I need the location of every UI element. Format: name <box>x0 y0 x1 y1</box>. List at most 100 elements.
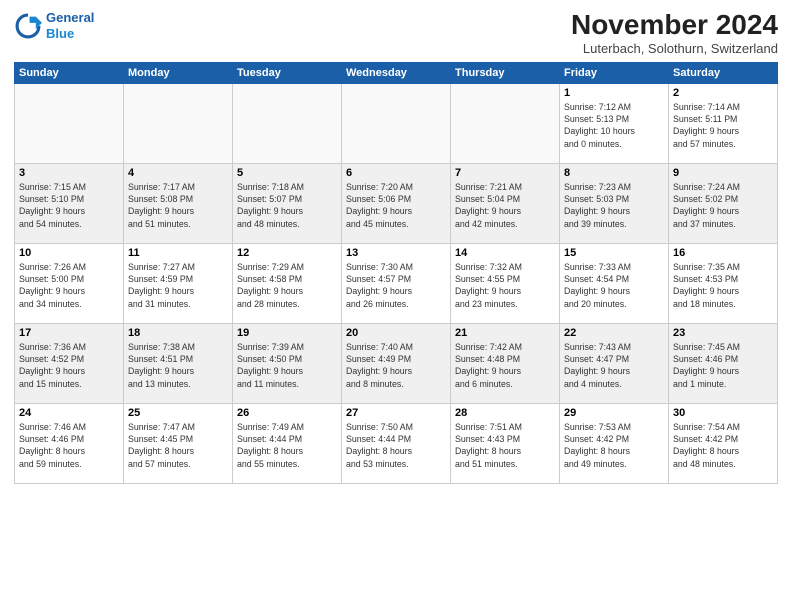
day-number: 26 <box>237 407 337 419</box>
calendar-day: 10Sunrise: 7:26 AM Sunset: 5:00 PM Dayli… <box>15 243 124 323</box>
col-monday: Monday <box>124 62 233 83</box>
day-detail: Sunrise: 7:23 AM Sunset: 5:03 PM Dayligh… <box>564 181 664 230</box>
calendar-day: 4 Sunrise: 7:17 AM Sunset: 5:08 PM Daylig… <box>124 163 233 243</box>
calendar-day: 12 Sunrise: 7:29 AM Sunset: 4:58 PM Dayli… <box>233 243 342 323</box>
calendar-header-row: Sunday Monday Tuesday Wednesday Thursday… <box>15 62 778 83</box>
day-number: 18 <box>128 327 228 339</box>
week-row-2: 3 Sunrise: 7:15 AM Sunset: 5:10 PM Daylig… <box>15 163 778 243</box>
day-detail: Sunrise: 7:24 AM Sunset: 5:02 PM Dayligh… <box>673 181 773 230</box>
calendar-day: 23 Sunrise: 7:45 AM Sunset: 4:46 PM Dayli… <box>669 323 778 403</box>
day-detail: Sunrise: 7:46 AM Sunset: 4:46 PM Dayligh… <box>19 421 119 470</box>
day-number: 14 <box>455 247 555 259</box>
day-number: 16 <box>673 247 773 259</box>
calendar-day: 18 Sunrise: 7:38 AM Sunset: 4:51 PM Dayli… <box>124 323 233 403</box>
day-detail: Sunrise: 7:20 AM Sunset: 5:06 PM Dayligh… <box>346 181 446 230</box>
col-tuesday: Tuesday <box>233 62 342 83</box>
calendar-day <box>233 83 342 163</box>
calendar-day: 1 Sunrise: 7:12 AM Sunset: 5:13 PM Daylig… <box>560 83 669 163</box>
week-row-1: 1 Sunrise: 7:12 AM Sunset: 5:13 PM Daylig… <box>15 83 778 163</box>
calendar-day: 13Sunrise: 7:30 AM Sunset: 4:57 PM Dayli… <box>342 243 451 323</box>
day-detail: Sunrise: 7:30 AM Sunset: 4:57 PM Dayligh… <box>346 261 446 310</box>
main-title: November 2024 <box>571 10 778 41</box>
subtitle: Luterbach, Solothurn, Switzerland <box>571 41 778 56</box>
calendar-day: 27Sunrise: 7:50 AM Sunset: 4:44 PM Dayli… <box>342 403 451 483</box>
calendar-day: 15 Sunrise: 7:33 AM Sunset: 4:54 PM Dayli… <box>560 243 669 323</box>
calendar-day: 17 Sunrise: 7:36 AM Sunset: 4:52 PM Dayli… <box>15 323 124 403</box>
day-detail: Sunrise: 7:18 AM Sunset: 5:07 PM Dayligh… <box>237 181 337 230</box>
day-detail: Sunrise: 7:51 AM Sunset: 4:43 PM Dayligh… <box>455 421 555 470</box>
day-detail: Sunrise: 7:54 AM Sunset: 4:42 PM Dayligh… <box>673 421 773 470</box>
day-number: 19 <box>237 327 337 339</box>
day-number: 11 <box>128 247 228 259</box>
col-wednesday: Wednesday <box>342 62 451 83</box>
calendar-day: 24 Sunrise: 7:46 AM Sunset: 4:46 PM Dayli… <box>15 403 124 483</box>
calendar-day: 14 Sunrise: 7:32 AM Sunset: 4:55 PM Dayli… <box>451 243 560 323</box>
day-detail: Sunrise: 7:47 AM Sunset: 4:45 PM Dayligh… <box>128 421 228 470</box>
day-detail: Sunrise: 7:29 AM Sunset: 4:58 PM Dayligh… <box>237 261 337 310</box>
day-detail: Sunrise: 7:43 AM Sunset: 4:47 PM Dayligh… <box>564 341 664 390</box>
col-saturday: Saturday <box>669 62 778 83</box>
day-number: 2 <box>673 87 773 99</box>
day-detail: Sunrise: 7:42 AM Sunset: 4:48 PM Dayligh… <box>455 341 555 390</box>
calendar-day: 9 Sunrise: 7:24 AM Sunset: 5:02 PM Daylig… <box>669 163 778 243</box>
calendar-day: 29 Sunrise: 7:53 AM Sunset: 4:42 PM Dayli… <box>560 403 669 483</box>
day-detail: Sunrise: 7:14 AM Sunset: 5:11 PM Dayligh… <box>673 101 773 150</box>
calendar-day: 16 Sunrise: 7:35 AM Sunset: 4:53 PM Dayli… <box>669 243 778 323</box>
day-detail: Sunrise: 7:39 AM Sunset: 4:50 PM Dayligh… <box>237 341 337 390</box>
day-number: 20 <box>346 327 446 339</box>
calendar-day: 7Sunrise: 7:21 AM Sunset: 5:04 PM Daylig… <box>451 163 560 243</box>
calendar-day: 19 Sunrise: 7:39 AM Sunset: 4:50 PM Dayli… <box>233 323 342 403</box>
day-detail: Sunrise: 7:32 AM Sunset: 4:55 PM Dayligh… <box>455 261 555 310</box>
day-number: 3 <box>19 167 119 179</box>
day-number: 28 <box>455 407 555 419</box>
calendar: Sunday Monday Tuesday Wednesday Thursday… <box>14 62 778 484</box>
day-detail: Sunrise: 7:38 AM Sunset: 4:51 PM Dayligh… <box>128 341 228 390</box>
calendar-day: 26 Sunrise: 7:49 AM Sunset: 4:44 PM Dayli… <box>233 403 342 483</box>
day-number: 8 <box>564 167 664 179</box>
day-number: 12 <box>237 247 337 259</box>
col-sunday: Sunday <box>15 62 124 83</box>
day-detail: Sunrise: 7:33 AM Sunset: 4:54 PM Dayligh… <box>564 261 664 310</box>
week-row-3: 10Sunrise: 7:26 AM Sunset: 5:00 PM Dayli… <box>15 243 778 323</box>
day-detail: Sunrise: 7:12 AM Sunset: 5:13 PM Dayligh… <box>564 101 664 150</box>
logo: General Blue <box>14 10 94 41</box>
calendar-day: 21Sunrise: 7:42 AM Sunset: 4:48 PM Dayli… <box>451 323 560 403</box>
logo-text: General Blue <box>46 10 94 41</box>
header: General Blue November 2024 Luterbach, So… <box>14 10 778 56</box>
day-detail: Sunrise: 7:50 AM Sunset: 4:44 PM Dayligh… <box>346 421 446 470</box>
day-number: 4 <box>128 167 228 179</box>
calendar-day: 8 Sunrise: 7:23 AM Sunset: 5:03 PM Daylig… <box>560 163 669 243</box>
day-detail: Sunrise: 7:53 AM Sunset: 4:42 PM Dayligh… <box>564 421 664 470</box>
day-detail: Sunrise: 7:27 AM Sunset: 4:59 PM Dayligh… <box>128 261 228 310</box>
week-row-4: 17 Sunrise: 7:36 AM Sunset: 4:52 PM Dayli… <box>15 323 778 403</box>
day-detail: Sunrise: 7:15 AM Sunset: 5:10 PM Dayligh… <box>19 181 119 230</box>
day-detail: Sunrise: 7:49 AM Sunset: 4:44 PM Dayligh… <box>237 421 337 470</box>
logo-icon <box>14 12 42 40</box>
day-detail: Sunrise: 7:40 AM Sunset: 4:49 PM Dayligh… <box>346 341 446 390</box>
day-detail: Sunrise: 7:17 AM Sunset: 5:08 PM Dayligh… <box>128 181 228 230</box>
day-number: 15 <box>564 247 664 259</box>
calendar-day: 25 Sunrise: 7:47 AM Sunset: 4:45 PM Dayli… <box>124 403 233 483</box>
day-number: 9 <box>673 167 773 179</box>
calendar-day: 22 Sunrise: 7:43 AM Sunset: 4:47 PM Dayli… <box>560 323 669 403</box>
day-detail: Sunrise: 7:21 AM Sunset: 5:04 PM Dayligh… <box>455 181 555 230</box>
day-number: 23 <box>673 327 773 339</box>
calendar-day: 6 Sunrise: 7:20 AM Sunset: 5:06 PM Daylig… <box>342 163 451 243</box>
day-detail: Sunrise: 7:35 AM Sunset: 4:53 PM Dayligh… <box>673 261 773 310</box>
day-number: 1 <box>564 87 664 99</box>
day-detail: Sunrise: 7:26 AM Sunset: 5:00 PM Dayligh… <box>19 261 119 310</box>
day-number: 25 <box>128 407 228 419</box>
calendar-day <box>451 83 560 163</box>
day-number: 17 <box>19 327 119 339</box>
calendar-day: 11 Sunrise: 7:27 AM Sunset: 4:59 PM Dayli… <box>124 243 233 323</box>
day-detail: Sunrise: 7:45 AM Sunset: 4:46 PM Dayligh… <box>673 341 773 390</box>
day-detail: Sunrise: 7:36 AM Sunset: 4:52 PM Dayligh… <box>19 341 119 390</box>
col-friday: Friday <box>560 62 669 83</box>
calendar-day: 3 Sunrise: 7:15 AM Sunset: 5:10 PM Daylig… <box>15 163 124 243</box>
day-number: 22 <box>564 327 664 339</box>
day-number: 6 <box>346 167 446 179</box>
day-number: 29 <box>564 407 664 419</box>
page-container: General Blue November 2024 Luterbach, So… <box>0 0 792 612</box>
day-number: 24 <box>19 407 119 419</box>
day-number: 30 <box>673 407 773 419</box>
